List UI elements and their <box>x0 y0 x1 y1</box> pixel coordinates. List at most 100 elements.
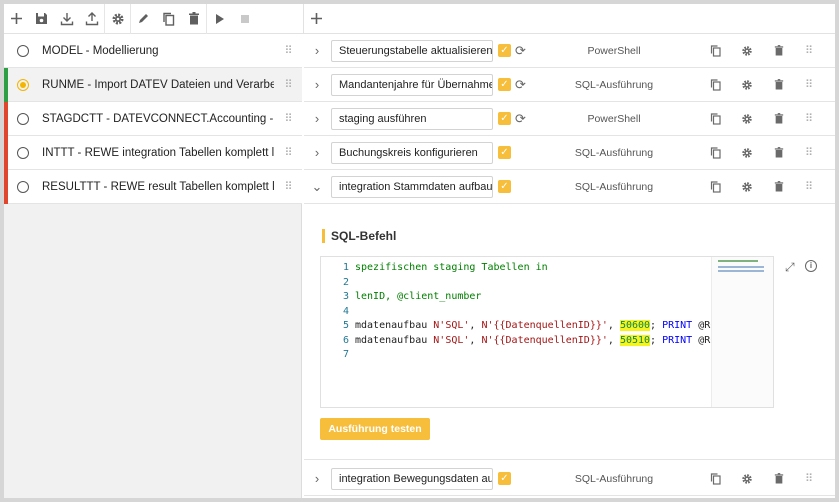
sql-title: SQL-Befehl <box>322 229 396 243</box>
copy-icon[interactable] <box>699 472 731 485</box>
drag-handle-icon[interactable]: ⠿ <box>795 112 823 125</box>
step-name-input[interactable]: integration Bewegungsdaten aufba <box>331 467 493 490</box>
chevron-right-icon[interactable]: › <box>304 145 330 160</box>
add-step-icon[interactable] <box>304 4 329 34</box>
step-name-input[interactable]: Steuerungstabelle aktualisieren <box>331 39 493 62</box>
add-icon[interactable] <box>4 4 29 34</box>
step-row[interactable]: › integration Bewegungsdaten aufba ✓ ⟳ S… <box>304 462 835 496</box>
module-item[interactable]: STAGDCTT - DATEVCONNECT.Accounting - sta… <box>4 102 302 136</box>
settings-icon[interactable] <box>731 79 763 91</box>
module-toolbar <box>4 3 304 34</box>
refresh-icon[interactable]: ⟳ <box>515 111 529 127</box>
step-type: PowerShell <box>587 112 641 125</box>
drag-handle-icon[interactable]: ⠿ <box>274 112 302 125</box>
status-stripe <box>4 170 8 204</box>
module-radio[interactable] <box>17 78 29 91</box>
step-toolbar <box>304 4 835 34</box>
module-label: MODEL - Modellierung <box>42 44 159 57</box>
refresh-icon[interactable]: ⟳ <box>515 43 529 59</box>
status-stripe <box>4 34 8 68</box>
step-name-input[interactable]: Buchungskreis konfigurieren <box>331 141 493 164</box>
module-list: MODEL - Modellierung ⠿ RUNME - Import DA… <box>4 34 302 498</box>
copy-icon[interactable] <box>156 4 181 34</box>
module-label: INTTT - REWE integration Tabellen komple… <box>42 146 274 159</box>
settings-icon[interactable] <box>105 4 130 34</box>
chevron-down-icon[interactable]: ⌄ <box>304 179 330 195</box>
drag-handle-icon[interactable]: ⠿ <box>274 180 302 193</box>
copy-icon[interactable] <box>699 78 731 91</box>
drag-handle-icon[interactable]: ⠿ <box>795 180 823 193</box>
delete-icon[interactable] <box>763 147 795 158</box>
chevron-right-icon[interactable]: › <box>304 111 330 126</box>
settings-icon[interactable] <box>731 113 763 125</box>
line-numbers: 1 2 3 4 5 6 7 <box>342 262 349 360</box>
step-row[interactable]: › Steuerungstabelle aktualisieren ✓ ⟳ Po… <box>304 34 835 68</box>
drag-handle-icon[interactable]: ⠿ <box>795 78 823 91</box>
module-radio[interactable] <box>17 44 29 57</box>
drag-handle-icon[interactable]: ⠿ <box>274 78 302 91</box>
step-row[interactable]: › staging ausführen ✓ ⟳ PowerShell ⠿ <box>304 102 835 136</box>
step-row[interactable]: › Mandantenjahre für Übernahme de ✓ ⟳ SQ… <box>304 68 835 102</box>
chevron-right-icon[interactable]: › <box>304 43 330 58</box>
module-radio[interactable] <box>17 112 29 125</box>
step-name-input[interactable]: staging ausführen <box>331 107 493 130</box>
drag-handle-icon[interactable]: ⠿ <box>274 44 302 57</box>
step-row[interactable]: › Buchungskreis konfigurieren ✓ ⟳ SQL-Au… <box>304 136 835 170</box>
settings-icon[interactable] <box>731 473 763 485</box>
step-name-input[interactable]: integration Stammdaten aufbauen <box>331 175 493 198</box>
play-icon[interactable] <box>207 4 232 34</box>
upload-icon[interactable] <box>79 4 104 34</box>
enabled-checkbox[interactable]: ✓ <box>498 180 511 193</box>
code-line: mdatenaufbau N'SQL', N'{{DatenquellenID}… <box>355 334 711 346</box>
step-name-input[interactable]: Mandantenjahre für Übernahme de <box>331 73 493 96</box>
step-type: SQL-Ausführung <box>574 146 654 159</box>
code-line: spezifischen staging Tabellen in <box>355 262 548 273</box>
module-item[interactable]: MODEL - Modellierung ⠿ <box>4 34 302 68</box>
code-line: mdatenaufbau N'SQL', N'{{DatenquellenID}… <box>355 320 711 331</box>
module-item[interactable]: RESULTTT - REWE result Tabellen komplett… <box>4 170 302 204</box>
copy-icon[interactable] <box>699 44 731 57</box>
delete-icon[interactable] <box>763 181 795 192</box>
download-icon[interactable] <box>54 4 79 34</box>
enabled-checkbox[interactable]: ✓ <box>498 472 511 485</box>
sql-editor[interactable]: 1 2 3 4 5 6 7 spezifischen staging Tabel… <box>320 256 774 408</box>
save-icon[interactable] <box>29 4 54 34</box>
module-item[interactable]: RUNME - Import DATEV Dateien und Verarbe… <box>4 68 302 102</box>
refresh-icon[interactable]: ⟳ <box>515 77 529 93</box>
expand-icon[interactable]: ⤢ <box>785 260 795 275</box>
info-icon[interactable]: i <box>805 260 817 272</box>
module-radio[interactable] <box>17 146 29 159</box>
settings-icon[interactable] <box>731 147 763 159</box>
status-stripe <box>4 68 8 102</box>
test-run-button[interactable]: Ausführung testen <box>320 418 430 440</box>
module-label: RUNME - Import DATEV Dateien und Verarbe… <box>42 78 274 91</box>
drag-handle-icon[interactable]: ⠿ <box>795 146 823 159</box>
edit-icon[interactable] <box>131 4 156 34</box>
copy-icon[interactable] <box>699 180 731 193</box>
enabled-checkbox[interactable]: ✓ <box>498 44 511 57</box>
settings-icon[interactable] <box>731 45 763 57</box>
settings-icon[interactable] <box>731 181 763 193</box>
module-radio[interactable] <box>17 180 29 193</box>
enabled-checkbox[interactable]: ✓ <box>498 112 511 125</box>
delete-icon[interactable] <box>763 45 795 56</box>
delete-icon[interactable] <box>763 79 795 90</box>
delete-icon[interactable] <box>763 473 795 484</box>
drag-handle-icon[interactable]: ⠿ <box>795 44 823 57</box>
drag-handle-icon[interactable]: ⠿ <box>795 472 823 485</box>
module-item[interactable]: INTTT - REWE integration Tabellen komple… <box>4 136 302 170</box>
copy-icon[interactable] <box>699 146 731 159</box>
delete-icon[interactable] <box>181 4 206 34</box>
step-row-expanded[interactable]: ⌄ integration Stammdaten aufbauen ✓ ⟳ SQ… <box>304 170 835 204</box>
enabled-checkbox[interactable]: ✓ <box>498 78 511 91</box>
stop-icon[interactable] <box>232 4 257 34</box>
enabled-checkbox[interactable]: ✓ <box>498 146 511 159</box>
editor-minimap[interactable] <box>711 257 773 407</box>
drag-handle-icon[interactable]: ⠿ <box>274 146 302 159</box>
chevron-right-icon[interactable]: › <box>304 471 330 486</box>
copy-icon[interactable] <box>699 112 731 125</box>
delete-icon[interactable] <box>763 113 795 124</box>
chevron-right-icon[interactable]: › <box>304 77 330 92</box>
